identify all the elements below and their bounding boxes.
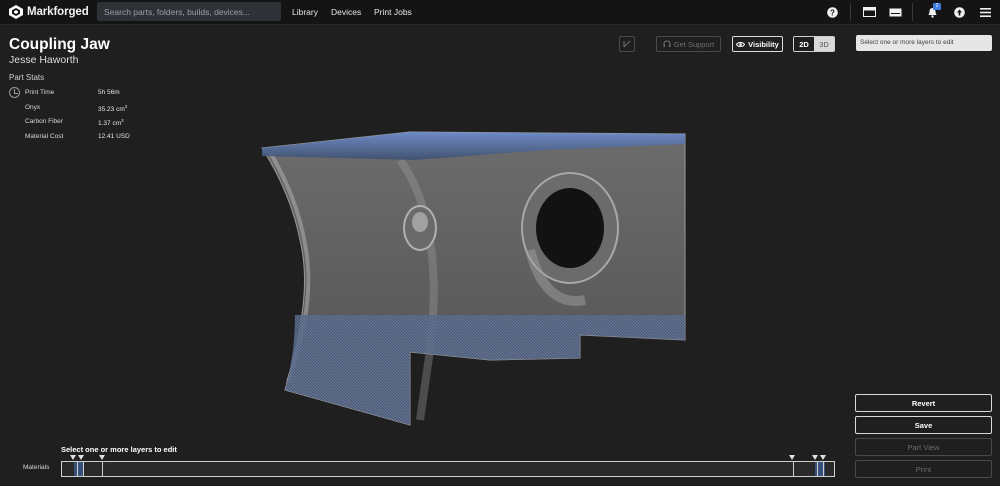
- revert-button[interactable]: Revert: [855, 394, 992, 412]
- logo[interactable]: Markforged: [9, 5, 89, 19]
- layer-select-field[interactable]: Select one or more layers to edit: [856, 35, 992, 51]
- stat-value: 5h 56m: [98, 89, 120, 96]
- divider: [850, 3, 851, 21]
- stat-value-unit-power: 3: [121, 118, 124, 123]
- stat-value-text: 1.37 cm: [98, 120, 122, 128]
- part-view-button[interactable]: Part View: [855, 438, 992, 456]
- stat-value: 1.37 cm3: [98, 118, 124, 127]
- stat-label: Print Time: [25, 89, 55, 96]
- layer-handle[interactable]: [820, 455, 826, 460]
- view-2d-button[interactable]: 2D: [794, 37, 814, 51]
- layer-handle[interactable]: [789, 455, 795, 460]
- divider: [912, 3, 913, 21]
- stat-label: Carbon Fiber: [25, 118, 63, 125]
- save-button[interactable]: Save: [855, 416, 992, 434]
- visibility-label: Visibility: [748, 39, 779, 49]
- stat-value-text: 35.23 cm: [98, 106, 125, 114]
- section-view-button[interactable]: [619, 36, 635, 52]
- nav-library[interactable]: Library: [292, 7, 318, 17]
- coupling-jaw-model: [261, 131, 686, 426]
- nav-print-jobs[interactable]: Print Jobs: [374, 7, 412, 17]
- materials-label: Materials: [23, 464, 50, 471]
- print-button[interactable]: Print: [855, 460, 992, 478]
- visibility-button[interactable]: Visibility: [732, 36, 783, 52]
- help-icon[interactable]: ?: [826, 6, 838, 18]
- layer-slider-label: Select one or more layers to edit: [61, 445, 177, 454]
- layer-tick: [823, 462, 824, 476]
- eye-icon: [736, 41, 746, 47]
- printer-icon[interactable]: [862, 6, 876, 18]
- search-input[interactable]: Search parts, folders, builds, devices..…: [97, 2, 281, 21]
- stat-value-unit-power: 3: [124, 104, 128, 109]
- layer-handle[interactable]: [70, 455, 76, 460]
- layer-handle[interactable]: [78, 455, 84, 460]
- view-3d-button[interactable]: 3D: [814, 37, 834, 51]
- layer-slider-track[interactable]: [61, 461, 835, 477]
- upload-icon[interactable]: [953, 6, 965, 18]
- part-owner: Jesse Haworth: [9, 54, 79, 66]
- section-icon: [623, 40, 631, 48]
- layer-handle[interactable]: [812, 455, 818, 460]
- layer-handle[interactable]: [99, 455, 105, 460]
- svg-text:?: ?: [830, 8, 835, 17]
- logo-text: Markforged: [27, 6, 89, 18]
- top-bar: Markforged Search parts, folders, builds…: [0, 0, 1000, 25]
- clock-icon: [9, 87, 20, 98]
- notification-badge: 2: [933, 3, 941, 10]
- get-support-label: Get Support: [673, 39, 715, 49]
- nav-devices[interactable]: Devices: [331, 7, 361, 17]
- stat-label: Onyx: [25, 104, 41, 111]
- stat-value: 12.41 USD: [98, 133, 130, 140]
- part-title: Coupling Jaw: [9, 36, 110, 53]
- menu-icon[interactable]: [979, 6, 991, 18]
- layer-tick: [83, 462, 84, 476]
- part-stats-heading: Part Stats: [9, 73, 45, 82]
- view-mode-toggle: 2D 3D: [793, 36, 835, 52]
- material-marker: [74, 462, 83, 476]
- headset-icon: [663, 40, 671, 47]
- stat-value: 35.23 cm3: [98, 104, 127, 113]
- layer-tick: [817, 462, 818, 476]
- stat-label: Material Cost: [25, 133, 64, 140]
- markforged-logo-icon: [9, 5, 23, 19]
- part-viewport[interactable]: [240, 120, 710, 440]
- get-support-button[interactable]: Get Support: [656, 36, 721, 52]
- layer-tick: [793, 462, 794, 476]
- layer-tick: [102, 462, 103, 476]
- device-icon[interactable]: [888, 6, 902, 18]
- layer-tick: [77, 462, 78, 476]
